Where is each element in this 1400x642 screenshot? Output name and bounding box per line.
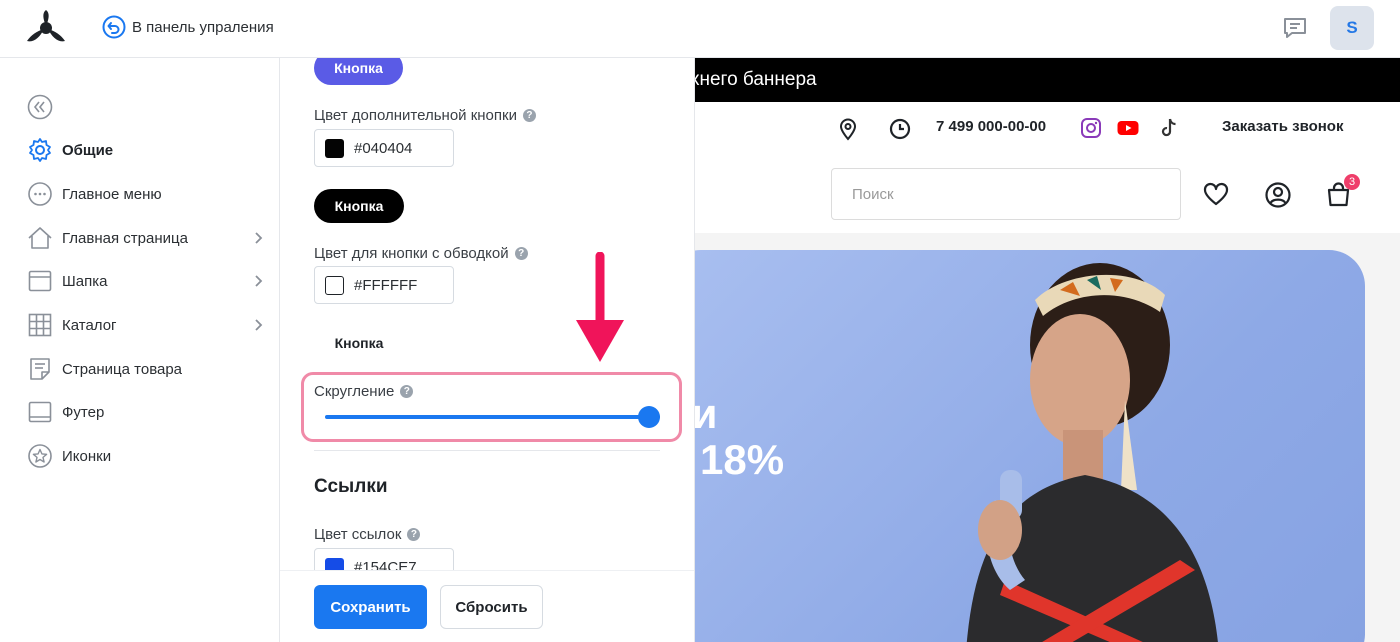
search-placeholder: Поиск: [852, 185, 894, 203]
save-button[interactable]: Сохранить: [314, 585, 427, 629]
rounding-slider[interactable]: [325, 406, 660, 428]
settings-panel: Кнопка Цвет дополнительной кнопки ? #040…: [280, 58, 695, 642]
back-link-label: В панель упраления: [132, 18, 274, 36]
grid-icon: [27, 312, 53, 338]
secondary-button-preview: Кнопка: [314, 189, 404, 223]
header-layout-icon: [27, 268, 53, 294]
store-preview: хнего баннера 7 499 000-00-00 Заказать з…: [695, 58, 1400, 642]
outline-button-preview: Кнопка: [334, 335, 384, 351]
section-divider: [314, 450, 660, 451]
back-to-dashboard-link[interactable]: В панель упраления: [102, 15, 274, 39]
chat-icon[interactable]: [1282, 15, 1308, 41]
hero-title-line-2: 1 18%: [695, 436, 785, 483]
slider-thumb[interactable]: [638, 406, 660, 428]
store-header: 7 499 000-00-00 Заказать звонок Поиск 3: [695, 102, 1400, 233]
clock-icon[interactable]: [888, 117, 912, 141]
chevron-right-icon: [255, 275, 263, 287]
sidebar-item-label: Страница товара: [62, 360, 183, 378]
secondary-color-label-text: Цвет дополнительной кнопки: [314, 107, 517, 124]
top-banner-text: хнего баннера: [695, 69, 817, 90]
sidebar: Общие Главное меню Главная страница Шапк…: [0, 58, 280, 642]
outline-color-label-text: Цвет для кнопки с обводкой: [314, 245, 509, 262]
dots-circle-icon: [27, 181, 53, 207]
location-pin-icon[interactable]: [836, 117, 860, 141]
instagram-icon[interactable]: [1079, 116, 1103, 140]
sidebar-item-product-page[interactable]: Страница товара: [27, 354, 277, 384]
outline-color-label: Цвет для кнопки с обводкой ?: [314, 245, 528, 262]
collapse-sidebar-icon[interactable]: [27, 94, 53, 120]
footer-layout-icon: [27, 399, 53, 425]
top-bar: В панель упраления S: [0, 0, 1400, 58]
secondary-color-value: #040404: [354, 139, 413, 157]
document-icon: [27, 356, 53, 382]
help-icon[interactable]: ?: [407, 528, 421, 541]
reset-button[interactable]: Сбросить: [440, 585, 543, 629]
sidebar-item-label: Каталог: [62, 316, 117, 334]
chevron-right-icon: [255, 232, 263, 244]
home-icon: [27, 225, 53, 251]
sidebar-item-general[interactable]: Общие: [27, 135, 277, 165]
sidebar-item-label: Шапка: [62, 272, 108, 290]
sidebar-item-catalog[interactable]: Каталог: [27, 310, 277, 340]
chevron-right-icon: [255, 319, 263, 331]
sidebar-item-header[interactable]: Шапка: [27, 266, 277, 296]
slider-track[interactable]: [325, 415, 660, 419]
help-icon[interactable]: ?: [522, 109, 536, 122]
links-color-label-text: Цвет ссылок: [314, 526, 402, 543]
store-phone[interactable]: 7 499 000-00-00: [936, 118, 1046, 135]
heart-icon[interactable]: [1203, 182, 1229, 208]
sidebar-item-label: Главное меню: [62, 185, 162, 203]
sidebar-item-label: Иконки: [62, 447, 112, 465]
star-circle-icon: [27, 443, 53, 469]
sidebar-item-home-page[interactable]: Главная страница: [27, 223, 277, 253]
sidebar-item-footer[interactable]: Футер: [27, 397, 277, 427]
sidebar-item-label: Главная страница: [62, 229, 188, 247]
sidebar-item-icons[interactable]: Иконки: [27, 441, 277, 471]
sidebar-item-label: Футер: [62, 403, 105, 421]
back-arrow-icon: [102, 15, 126, 39]
rounding-label: Скругление ?: [314, 383, 414, 400]
links-color-label: Цвет ссылок ?: [314, 526, 421, 543]
hero-model-image: [966, 263, 1218, 642]
hero-title-line-1: ди: [695, 390, 718, 437]
rounding-label-text: Скругление: [314, 383, 395, 400]
youtube-icon[interactable]: [1116, 116, 1140, 140]
request-call-link[interactable]: Заказать звонок: [1222, 118, 1343, 135]
secondary-color-label: Цвет дополнительной кнопки ?: [314, 107, 536, 124]
cart-count-badge: 3: [1344, 174, 1360, 190]
gear-icon: [27, 137, 53, 163]
links-section-title: Ссылки: [314, 476, 388, 497]
sidebar-item-label: Общие: [62, 141, 114, 159]
store-search-input[interactable]: Поиск: [831, 168, 1181, 220]
outline-color-input[interactable]: #FFFFFF: [314, 266, 454, 304]
tiktok-icon[interactable]: [1157, 116, 1181, 140]
help-icon[interactable]: ?: [514, 247, 528, 260]
primary-button-preview: Кнопка: [314, 58, 403, 85]
outline-color-value: #FFFFFF: [354, 276, 418, 294]
color-swatch[interactable]: [325, 138, 344, 158]
app-logo[interactable]: [25, 9, 67, 45]
secondary-color-input[interactable]: #040404: [314, 129, 454, 167]
panel-footer: Сохранить Сбросить: [280, 570, 694, 642]
top-banner: хнего баннера: [695, 58, 1400, 102]
user-avatar[interactable]: S: [1330, 6, 1374, 50]
sidebar-item-main-menu[interactable]: Главное меню: [27, 179, 277, 209]
color-swatch[interactable]: [325, 275, 344, 295]
red-arrow-annotation: [576, 252, 624, 362]
user-account-icon[interactable]: [1264, 181, 1292, 209]
help-icon[interactable]: ?: [400, 385, 414, 398]
hero-banner[interactable]: ди 1 18%: [695, 250, 1365, 642]
